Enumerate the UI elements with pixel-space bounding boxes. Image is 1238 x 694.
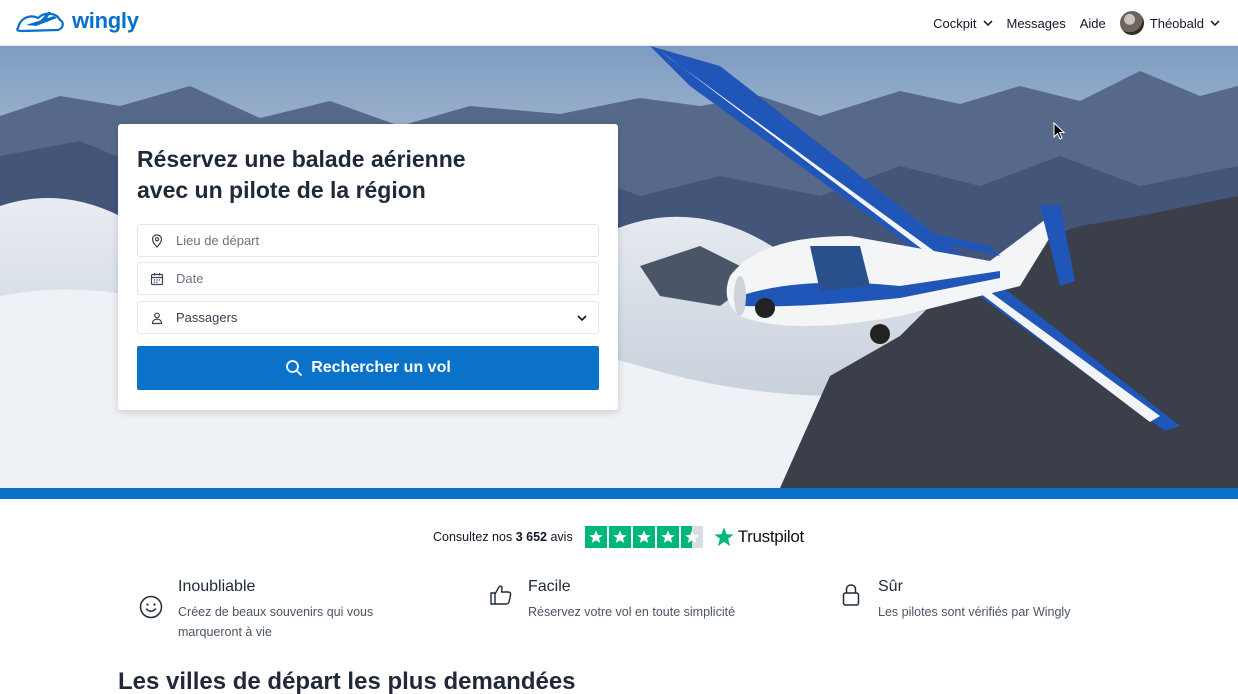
user-menu[interactable]: Théobald bbox=[1119, 11, 1220, 35]
search-card-title-line1: Réservez une balade aérienne bbox=[137, 146, 466, 172]
search-card-title: Réservez une balade aérienne avec un pil… bbox=[137, 144, 599, 206]
nav-messages-label: Messages bbox=[1006, 15, 1066, 31]
date-placeholder: Date bbox=[176, 271, 204, 286]
passengers-label: Passagers bbox=[176, 310, 238, 325]
feature-title: Sûr bbox=[878, 578, 903, 595]
star-icon bbox=[656, 526, 679, 548]
date-field[interactable]: Date bbox=[137, 262, 599, 295]
search-card-title-line2: avec un pilote de la région bbox=[137, 177, 426, 203]
map-pin-icon bbox=[151, 233, 163, 248]
nav-cockpit[interactable]: Cockpit bbox=[933, 15, 993, 31]
calendar-icon bbox=[150, 272, 164, 285]
trustpilot-logo: Trustpilot bbox=[713, 526, 804, 548]
trustpilot-text: Consultez nos 3 652 avis bbox=[433, 530, 573, 544]
search-icon bbox=[286, 360, 303, 376]
lock-icon bbox=[842, 584, 860, 606]
nav-messages[interactable]: Messages bbox=[1007, 16, 1066, 31]
avatar bbox=[1119, 11, 1144, 35]
mouse-cursor-icon bbox=[1053, 122, 1065, 140]
wingly-logo[interactable]: wingly bbox=[14, 6, 139, 36]
feature-title: Inoubliable bbox=[178, 578, 256, 595]
hero-banner: Réservez une balade aérienne avec un pil… bbox=[0, 46, 1238, 488]
hero-accent-bar bbox=[0, 488, 1238, 499]
popular-cities-heading: Les villes de départ les plus demandées bbox=[118, 668, 576, 694]
nav-cockpit-label: Cockpit bbox=[933, 15, 977, 31]
feature-description: Créez de beaux souvenirs qui vous marque… bbox=[178, 605, 374, 639]
nav-help-label: Aide bbox=[1079, 15, 1106, 31]
nav-help[interactable]: Aide bbox=[1080, 16, 1106, 31]
trustpilot-star-icon bbox=[714, 527, 734, 546]
star-icon bbox=[632, 526, 655, 548]
departure-field[interactable]: Lieu de départ bbox=[137, 224, 599, 257]
trustpilot-rating-stars bbox=[584, 526, 703, 548]
user-icon bbox=[151, 312, 163, 324]
trustpilot-brand: Trustpilot bbox=[737, 527, 805, 546]
trustpilot-review-count: 3 652 bbox=[515, 530, 547, 544]
trustpilot-prefix: Consultez nos bbox=[433, 530, 513, 544]
search-flight-button[interactable]: Rechercher un vol bbox=[137, 346, 599, 390]
feature-description: Les pilotes sont vérifiés par Wingly bbox=[878, 605, 1071, 619]
main-nav: Cockpit Messages Aide Théobald bbox=[933, 0, 1220, 46]
star-icon bbox=[584, 526, 607, 548]
star-icon bbox=[608, 526, 631, 548]
thumbs-up-icon bbox=[490, 585, 512, 605]
brand-name: wingly bbox=[72, 8, 139, 33]
search-button-label: Rechercher un vol bbox=[311, 359, 451, 376]
trustpilot-suffix: avis bbox=[550, 530, 573, 544]
chevron-down-icon bbox=[982, 20, 993, 27]
half-star-icon bbox=[680, 526, 703, 548]
trustpilot-widget[interactable]: Consultez nos 3 652 avis Trustpilot bbox=[433, 525, 804, 549]
feature-description: Réservez votre vol en toute simplicité bbox=[528, 605, 736, 619]
feature-title: Facile bbox=[528, 578, 571, 595]
passengers-select[interactable]: Passagers bbox=[137, 301, 599, 334]
flight-search-card: Réservez une balade aérienne avec un pil… bbox=[118, 124, 618, 410]
chevron-down-icon bbox=[577, 315, 587, 322]
wingly-plane-logo-icon bbox=[16, 12, 64, 33]
top-navbar: wingly Cockpit Messages Aide Théobald bbox=[0, 0, 1238, 46]
smiley-icon bbox=[139, 595, 163, 619]
chevron-down-icon bbox=[1210, 20, 1220, 27]
departure-placeholder: Lieu de départ bbox=[176, 233, 260, 248]
user-name: Théobald bbox=[1149, 15, 1204, 31]
